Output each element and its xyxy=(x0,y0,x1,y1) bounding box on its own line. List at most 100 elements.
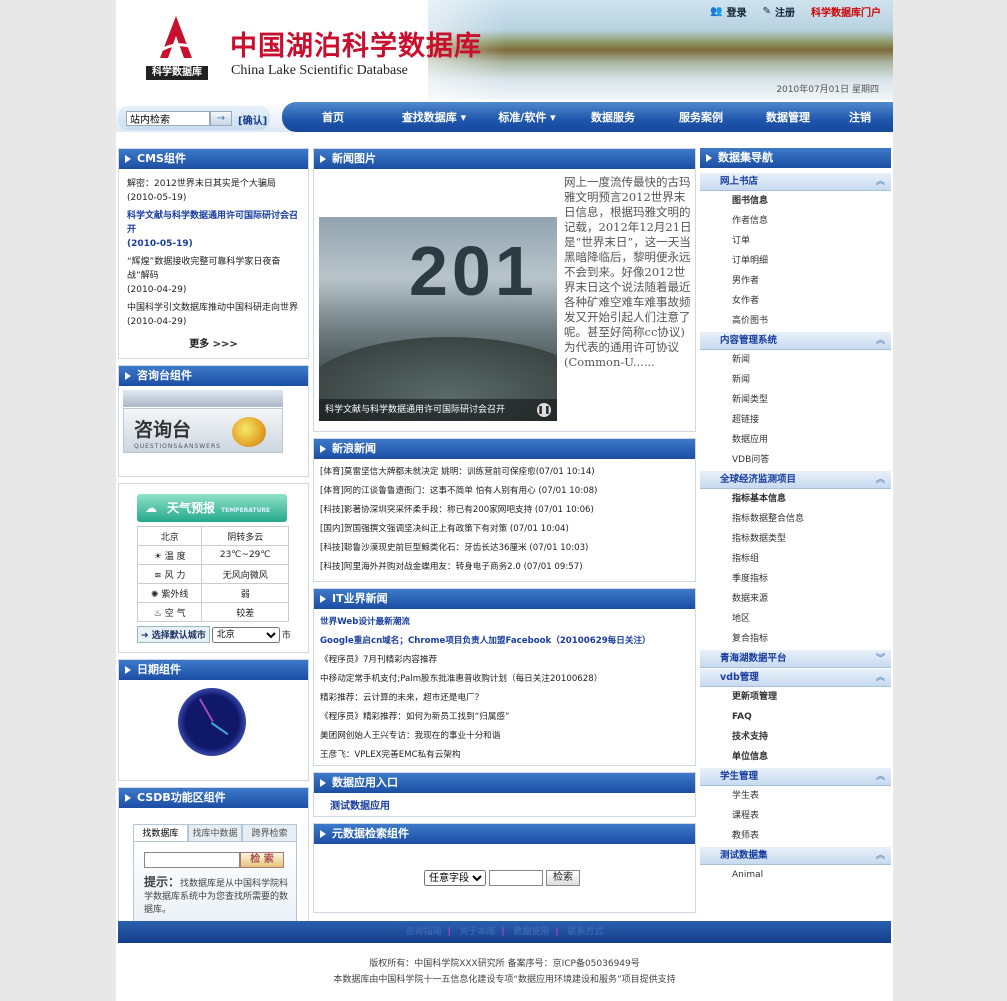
nav-logout[interactable]: 注销 xyxy=(830,109,890,125)
nav-item[interactable]: 新闻 xyxy=(700,350,891,370)
nav-standards[interactable]: 标准/软件 ▾ xyxy=(484,109,570,125)
news-item[interactable]: 《程序员》精彩推荐：如何为新员工找到“归属感” xyxy=(314,708,695,727)
nav-group[interactable]: vdb管理 ︽ xyxy=(700,668,891,687)
search-arrow-icon[interactable]: → xyxy=(210,111,232,126)
chevron-icon[interactable]: ︽ xyxy=(876,173,885,191)
footer-link[interactable]: 数据使用 xyxy=(513,927,549,937)
meta-search-input[interactable] xyxy=(489,870,543,886)
cms-item[interactable]: 中国科学引文数据库推动中国科研走向世界 (2010-04-29) xyxy=(119,299,308,331)
news-image[interactable]: 201 xyxy=(319,217,557,421)
nav-item[interactable]: VDB问答 xyxy=(700,450,891,470)
nav-group[interactable]: 学生管理 ︽ xyxy=(700,767,891,786)
nav-item[interactable]: 季度指标 xyxy=(700,569,891,589)
nav-item[interactable]: 男作者 xyxy=(700,271,891,291)
chevron-icon[interactable]: ︽ xyxy=(876,332,885,350)
chevron-icon[interactable]: ︽ xyxy=(876,768,885,786)
nav-item[interactable]: 指标基本信息 xyxy=(700,489,891,509)
data-app-link[interactable]: 测试数据应用 xyxy=(314,793,695,816)
nav-group[interactable]: 内容管理系统 ︽ xyxy=(700,331,891,350)
nav-cases[interactable]: 服务案例 xyxy=(656,109,746,125)
news-item[interactable]: [国内]贺国强撰文强调坚决纠正上有政策下有对策 (07/01 10:04) xyxy=(314,520,695,539)
news-item[interactable]: [科技]聪鲁沙漠现史前巨型鲸类化石：牙齿长达36厘米 (07/01 10:03) xyxy=(314,539,695,558)
cms-item[interactable]: 科学文献与科学数据通用许可国际研讨会召开 (2010-05-19) xyxy=(119,207,308,253)
news-image-caption[interactable]: 科学文献与科学数据通用许可国际研讨会召开 ❚❚ xyxy=(319,399,557,421)
login-link[interactable]: 👥 登录 xyxy=(710,4,746,19)
top-links: 👥 登录 ✎ 注册 科学数据库门户 xyxy=(710,4,881,19)
nav-item[interactable]: 技术支持 xyxy=(700,727,891,747)
nav-item[interactable]: Animal xyxy=(700,865,891,885)
nav-item[interactable]: 作者信息 xyxy=(700,211,891,231)
footer-link[interactable]: 关于本库 xyxy=(460,927,496,937)
consult-banner[interactable]: 咨询台 QUESTIONS&ANSWERS xyxy=(123,408,283,453)
news-item[interactable]: 世界Web设计最新潮流 xyxy=(314,613,695,632)
news-item[interactable]: [科技]影著协深圳突采怀柔手段：称已有200家网吧支持 (07/01 10:06… xyxy=(314,501,695,520)
meta-field-select[interactable]: 任意字段 xyxy=(424,870,486,886)
nav-item[interactable]: 数据来源 xyxy=(700,589,891,609)
site-search-input[interactable] xyxy=(126,111,210,126)
news-item[interactable]: 中移动定常手机支付;Palm股东批准惠普收购计划（每日关注20100628） xyxy=(314,670,695,689)
nav-item[interactable]: 教师表 xyxy=(700,826,891,846)
chevron-icon[interactable]: ︾ xyxy=(876,650,885,668)
nav-group[interactable]: 网上书店 ︽ xyxy=(700,172,891,191)
tab-cross-search[interactable]: 跨界检索 xyxy=(242,824,298,842)
nav-item[interactable]: FAQ xyxy=(700,707,891,727)
city-select[interactable]: 北京 xyxy=(211,626,280,643)
chevron-icon[interactable]: ︽ xyxy=(876,847,885,865)
register-link[interactable]: ✎ 注册 xyxy=(763,4,795,19)
news-item[interactable]: Google重启cn域名；Chrome项目负责人加盟Facebook（20100… xyxy=(314,632,695,651)
nav-item[interactable]: 数据应用 xyxy=(700,430,891,450)
news-item[interactable]: 精彩推荐：云计算的未来，超市还是电厂？ xyxy=(314,689,695,708)
nav-find-db[interactable]: 查找数据库 ▾ xyxy=(384,109,484,125)
search-confirm-button[interactable]: [确认] xyxy=(238,112,267,127)
nav-group[interactable]: 测试数据集 ︽ xyxy=(700,846,891,865)
meta-search-button[interactable]: 检索 xyxy=(546,870,580,886)
nav-item[interactable]: 地区 xyxy=(700,609,891,629)
tab-find-data[interactable]: 找库中数据 xyxy=(187,824,243,842)
nav-item[interactable]: 指标组 xyxy=(700,549,891,569)
dataset-nav-header: 数据集导航 xyxy=(700,148,891,168)
nav-data-manage[interactable]: 数据管理 xyxy=(746,109,830,125)
nav-item[interactable]: 更新项管理 xyxy=(700,687,891,707)
csdb-search-input[interactable] xyxy=(144,852,240,868)
nav-item[interactable]: 指标数据整合信息 xyxy=(700,509,891,529)
news-item[interactable]: 美团网创始人王兴专访：我现在的事业十分和谐 xyxy=(314,727,695,746)
nav-item[interactable]: 新闻类型 xyxy=(700,390,891,410)
news-item[interactable]: [科技]阿里海外并购对战金蝶用友：转身电子商务2.0 (07/01 09:57) xyxy=(314,558,695,577)
news-item[interactable]: 王彦飞：VPLEX完善EMC私有云架构 xyxy=(314,746,695,765)
nav-item[interactable]: 订单 xyxy=(700,231,891,251)
nav-item[interactable]: 学生表 xyxy=(700,786,891,806)
news-item[interactable]: [体育]阿的江谈鲁鲁遗衙门：这事不简单 怕有人别有用心 (07/01 10:08… xyxy=(314,482,695,501)
nav-item[interactable]: 课程表 xyxy=(700,806,891,826)
nav-group[interactable]: 全球经济监测项目 ︽ xyxy=(700,470,891,489)
nav-item[interactable]: 高价图书 xyxy=(700,311,891,331)
pause-icon[interactable]: ❚❚ xyxy=(537,403,551,417)
csdb-search-button[interactable]: 检 索 xyxy=(240,852,284,868)
nav-item[interactable]: 单位信息 xyxy=(700,747,891,767)
nav-group[interactable]: 青海湖数据平台 ︾ xyxy=(700,649,891,668)
news-item[interactable]: [体育]莫雷坚信大牌都未就决定 姚明：训练营前可保痊愈(07/01 10:14) xyxy=(314,463,695,482)
cms-item[interactable]: 解密：2012世界末日其实是个大骗局 (2010-05-19) xyxy=(119,175,308,207)
nav-item[interactable]: 新闻 xyxy=(700,370,891,390)
weather-table: 北京 阴转多云 ☀ 温 度 23℃~29℃ ≋ 风 力无风向微风 ✺ 紫外线弱 ♨ … xyxy=(136,526,289,622)
chevron-icon[interactable]: ︽ xyxy=(876,669,885,687)
logo-mark-icon xyxy=(157,16,195,58)
footer-link[interactable]: 联系方式 xyxy=(567,927,603,937)
portal-link[interactable]: 科学数据库门户 xyxy=(811,4,881,19)
nav-item[interactable]: 指标数据类型 xyxy=(700,529,891,549)
site-logo[interactable]: 科学数据库 xyxy=(146,14,208,82)
select-city-button[interactable]: ➜ 选择默认城市 xyxy=(137,626,210,643)
nav-item[interactable]: 复合指标 xyxy=(700,629,891,649)
nav-item[interactable]: 超链接 xyxy=(700,410,891,430)
footer-link[interactable]: 咨询指南 xyxy=(406,927,442,937)
consult-banner-strip[interactable] xyxy=(123,390,283,407)
nav-item[interactable]: 女作者 xyxy=(700,291,891,311)
news-item[interactable]: 《程序员》7月刊精彩内容推荐 xyxy=(314,651,695,670)
nav-item[interactable]: 订单明细 xyxy=(700,251,891,271)
cms-more-link[interactable]: 更多 >>> xyxy=(119,331,308,358)
chevron-icon[interactable]: ︽ xyxy=(876,471,885,489)
tab-find-db[interactable]: 找数据库 xyxy=(133,824,188,842)
nav-data-service[interactable]: 数据服务 xyxy=(570,109,656,125)
nav-home[interactable]: 首页 xyxy=(282,109,384,125)
cms-item[interactable]: “辉煌”数据接收完整可靠科学家日夜奋战”解码 (2010-04-29) xyxy=(119,253,308,299)
nav-item[interactable]: 图书信息 xyxy=(700,191,891,211)
